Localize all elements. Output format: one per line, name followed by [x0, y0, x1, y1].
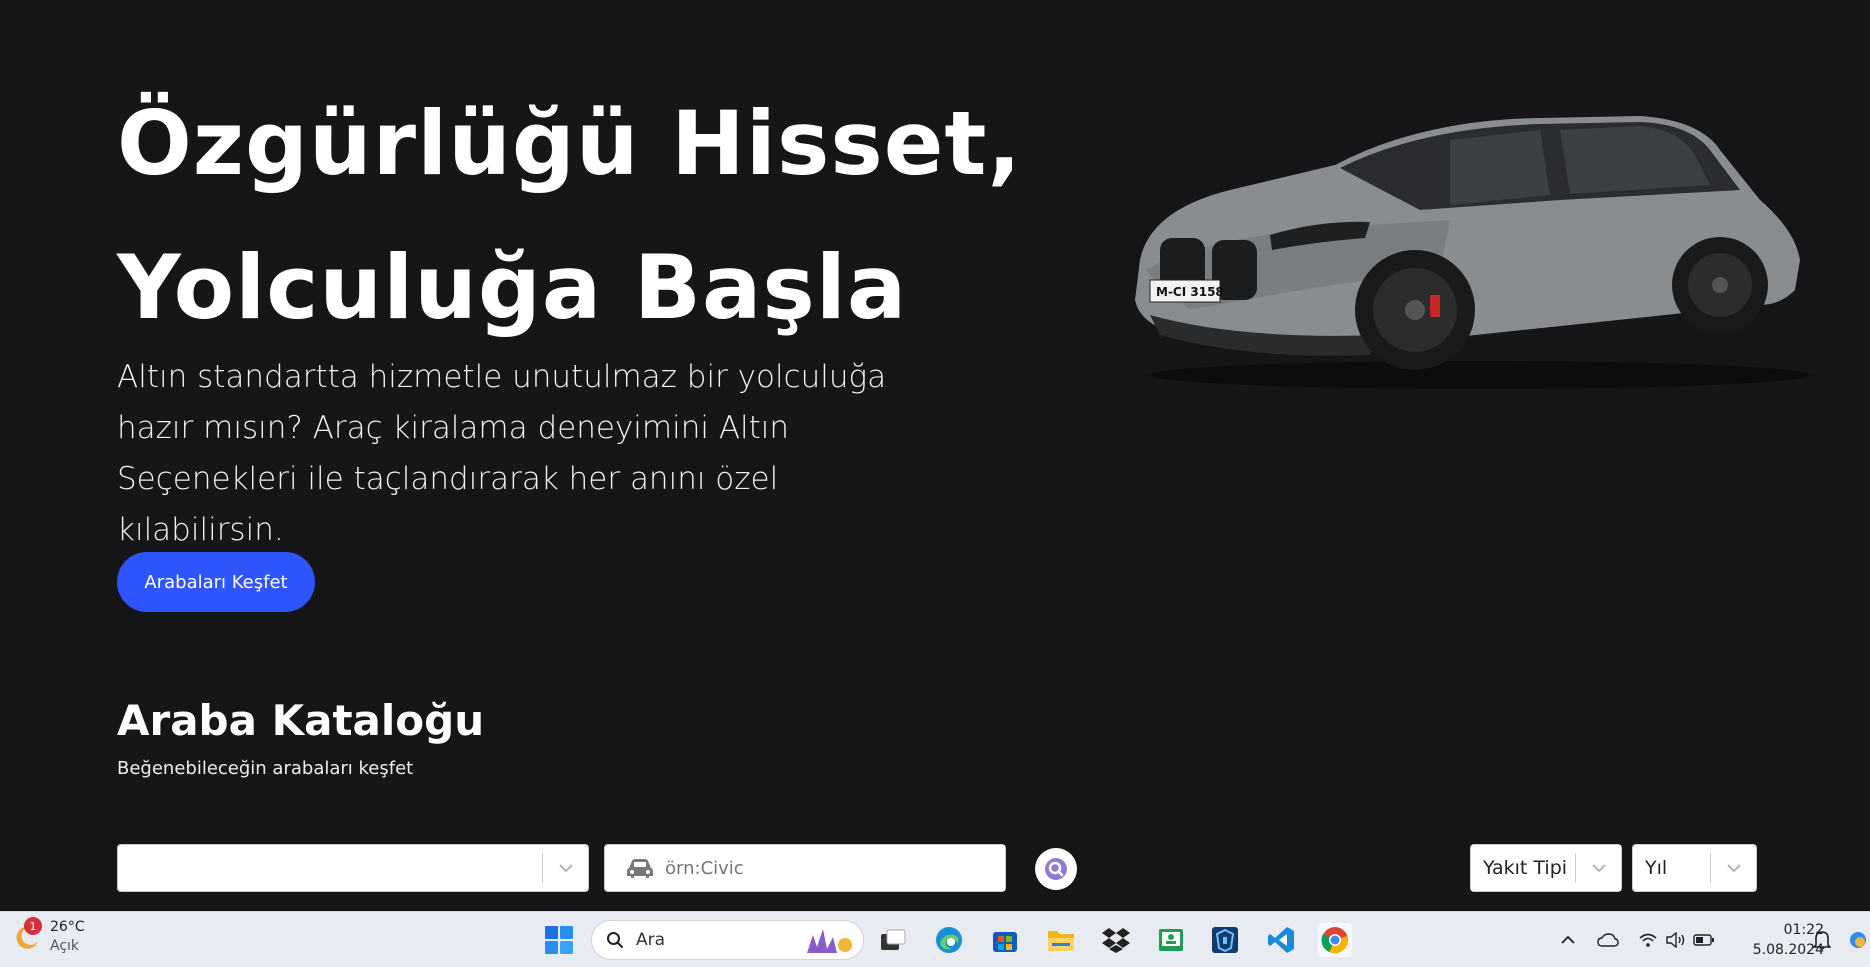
weather-widget[interactable]: 1 26°C Açık: [10, 917, 85, 956]
catalog-subtitle: Beğenebileceğin arabaları keşfet: [117, 758, 414, 779]
moon-icon: 1: [10, 917, 42, 953]
year-label: Yıl: [1645, 857, 1668, 879]
search-icon: [607, 932, 623, 948]
car-license-plate: M-CI 3158: [1156, 285, 1224, 299]
hero-title: Özgürlüğü Hisset, Yolculuğa Başla: [117, 72, 1022, 360]
file-explorer-icon[interactable]: [1044, 923, 1078, 957]
hero-car-image: M-CI 3158: [1135, 116, 1810, 389]
task-view-icon[interactable]: [876, 923, 910, 957]
google-classroom-icon[interactable]: [1154, 923, 1188, 957]
wifi-icon[interactable]: [1636, 928, 1660, 952]
windows-start-icon[interactable]: [544, 925, 574, 955]
battery-icon[interactable]: [1692, 928, 1716, 952]
copilot-icon[interactable]: [1846, 928, 1870, 952]
app-shield-icon[interactable]: [1208, 923, 1242, 957]
hero-description: Altın standartta hizmetle unutulmaz bir …: [117, 359, 887, 548]
model-input[interactable]: [665, 857, 985, 879]
brand-select[interactable]: [117, 844, 589, 892]
taskbar-clock[interactable]: 01:22 5.08.2024: [1720, 920, 1824, 960]
catalog-search-button[interactable]: [1035, 848, 1077, 890]
weather-badge: 1: [24, 917, 42, 935]
hero-title-line-1: Özgürlüğü Hisset,: [117, 92, 1022, 195]
notification-bell-icon[interactable]: [1810, 928, 1834, 952]
weather-temp: 26°C: [50, 919, 85, 935]
microsoft-store-icon[interactable]: [988, 923, 1022, 957]
fuel-type-label: Yakıt Tipi: [1483, 857, 1568, 879]
taskbar-search-label: Ara: [636, 930, 666, 950]
volume-icon[interactable]: [1664, 928, 1688, 952]
edge-browser-icon[interactable]: [932, 923, 966, 957]
windows-taskbar: 1 26°C Açık Ara 01:22 5.08.2024: [0, 911, 1870, 967]
clock-time: 01:22: [1783, 922, 1824, 938]
onedrive-cloud-icon[interactable]: [1596, 928, 1620, 952]
search-highlight-icon: [807, 929, 852, 953]
year-select[interactable]: Yıl: [1632, 844, 1757, 892]
car-icon: [627, 859, 653, 878]
clock-date: 5.08.2024: [1752, 942, 1824, 958]
chevron-down-icon[interactable]: [1710, 853, 1756, 883]
catalog-title: Araba Kataloğu: [117, 696, 485, 745]
chevron-down-icon[interactable]: [1575, 853, 1621, 883]
vscode-icon[interactable]: [1264, 923, 1298, 957]
hero-title-line-2: Yolculuğa Başla: [117, 236, 908, 339]
model-search-field[interactable]: [604, 844, 1006, 892]
dropbox-icon[interactable]: [1099, 923, 1133, 957]
taskbar-search[interactable]: Ara: [591, 920, 864, 960]
chrome-browser-icon[interactable]: [1318, 923, 1352, 957]
chevron-down-icon[interactable]: [542, 853, 588, 883]
weather-condition: Açık: [50, 938, 80, 954]
chevron-up-icon[interactable]: [1556, 928, 1580, 952]
explore-cars-button[interactable]: Arabaları Keşfet: [117, 552, 315, 612]
fuel-type-select[interactable]: Yakıt Tipi: [1470, 844, 1622, 892]
search-icon: [1045, 858, 1067, 880]
